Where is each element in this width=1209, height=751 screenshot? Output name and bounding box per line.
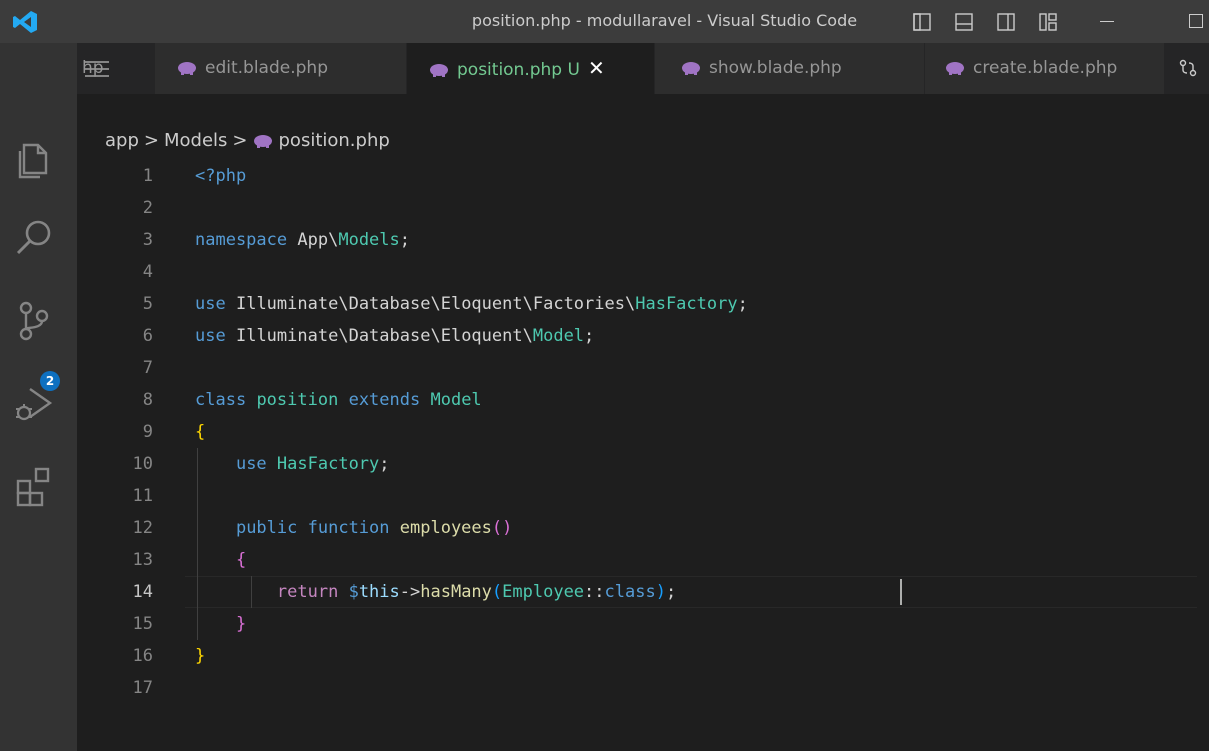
code-line-9: 9 { <box>77 416 1209 448</box>
php-elephant-icon <box>946 62 964 75</box>
line-number: 12 <box>132 518 153 538</box>
line-number: 6 <box>142 326 153 346</box>
tab-bar: hp edit.blade.php position.php U ✕ show.b… <box>77 43 1209 94</box>
line-number: 16 <box>132 646 153 666</box>
tab-edit-blade[interactable]: edit.blade.php <box>155 43 407 94</box>
line-number: 7 <box>142 358 153 378</box>
line-number: 11 <box>132 486 153 506</box>
tab-label: position.php U <box>457 60 580 80</box>
code-line-2: 2 <box>77 192 1209 224</box>
php-elephant-icon <box>682 62 700 75</box>
line-number: 14 <box>132 582 153 602</box>
tab-show-blade[interactable]: show.blade.php <box>655 43 925 94</box>
indent-guide <box>197 480 198 512</box>
explorer-icon[interactable] <box>10 131 60 181</box>
line-number: 9 <box>142 422 153 442</box>
line-number: 5 <box>142 294 153 314</box>
line-number: 15 <box>132 614 153 634</box>
php-elephant-icon <box>253 135 272 148</box>
tab-label: hp <box>82 58 104 78</box>
layout-sidebar-icon[interactable] <box>913 13 931 31</box>
window-title: position.php - modullaravel - Visual Stu… <box>471 11 858 30</box>
source-control-icon[interactable] <box>10 296 60 346</box>
php-elephant-icon <box>430 64 448 77</box>
code-text: { <box>235 550 247 570</box>
layout-panel-icon[interactable] <box>955 13 973 31</box>
minimize-icon[interactable] <box>1100 21 1114 22</box>
breadcrumb-separator: > <box>143 130 159 151</box>
tab-label: create.blade.php <box>973 58 1118 78</box>
code-line-14: 14 return $this->hasMany(Employee::class… <box>77 576 1209 608</box>
code-line-3: 3 namespace App\Models; <box>77 224 1209 256</box>
search-icon[interactable] <box>10 213 60 263</box>
breadcrumb-separator: > <box>232 130 248 151</box>
code-text: class position extends Model <box>195 390 482 410</box>
run-debug-icon[interactable] <box>10 379 60 429</box>
code-text: <?php <box>195 160 246 192</box>
line-number: 1 <box>142 166 153 186</box>
tab-hidden-php[interactable]: hp <box>77 43 155 94</box>
code-line-7: 7 <box>77 352 1209 384</box>
compare-changes-icon[interactable] <box>1179 59 1197 77</box>
php-open-tag: <?php <box>195 166 247 186</box>
code-line-13: 13 { <box>77 544 1209 576</box>
php-elephant-icon <box>178 62 196 75</box>
breadcrumb: app > Models > position.php <box>105 127 390 155</box>
line-number: 13 <box>132 550 153 570</box>
code-text: { <box>195 422 206 442</box>
line-number: 10 <box>132 454 153 474</box>
line-number: 8 <box>142 390 153 410</box>
tab-create-blade[interactable]: create.blade.php <box>925 43 1165 94</box>
code-editor[interactable]: 1 <?php 2 3 namespace App\Models; 4 5 us… <box>77 155 1209 751</box>
code-line-1: 1 <?php <box>77 160 1209 192</box>
text-cursor <box>900 579 902 605</box>
breadcrumb-file[interactable]: position.php <box>279 130 390 151</box>
close-icon[interactable]: ✕ <box>588 56 605 80</box>
line-number: 4 <box>142 262 153 282</box>
maximize-icon[interactable] <box>1189 14 1203 28</box>
code-line-12: 12 public function employees() <box>77 512 1209 544</box>
editor-scrollbar[interactable] <box>1201 155 1209 185</box>
code-text: } <box>195 646 206 666</box>
activity-bar: 2 <box>0 43 77 751</box>
code-text: use HasFactory; <box>235 454 390 474</box>
code-line-11: 11 <box>77 480 1209 512</box>
code-line-10: 10 use HasFactory; <box>77 448 1209 480</box>
code-text: namespace App\Models; <box>195 230 411 250</box>
breadcrumb-app[interactable]: app <box>105 130 139 151</box>
code-line-4: 4 <box>77 256 1209 288</box>
code-text: public function employees() <box>235 518 513 538</box>
layout-split-icon[interactable] <box>997 13 1015 31</box>
tab-label: edit.blade.php <box>205 58 328 78</box>
line-number: 2 <box>142 198 153 218</box>
line-number: 3 <box>142 230 153 250</box>
customize-layout-icon[interactable] <box>1039 13 1057 31</box>
line-number: 17 <box>132 678 153 698</box>
code-line-15: 15 } <box>77 608 1209 640</box>
extensions-icon[interactable] <box>10 461 60 511</box>
code-line-16: 16 } <box>77 640 1209 672</box>
code-text: } <box>235 614 247 634</box>
title-bar: position.php - modullaravel - Visual Stu… <box>0 0 1209 43</box>
code-line-5: 5 use Illuminate\Database\Eloquent\Facto… <box>77 288 1209 320</box>
code-line-8: 8 class position extends Model <box>77 384 1209 416</box>
breadcrumb-models[interactable]: Models <box>164 130 227 151</box>
code-text: return $this->hasMany(Employee::class); <box>276 582 677 602</box>
code-text: use Illuminate\Database\Eloquent\Model; <box>195 326 595 346</box>
code-line-6: 6 use Illuminate\Database\Eloquent\Model… <box>77 320 1209 352</box>
tab-position-php[interactable]: position.php U ✕ <box>407 43 655 94</box>
tab-label: show.blade.php <box>709 58 842 78</box>
code-line-17: 17 <box>77 672 1209 704</box>
code-text: use Illuminate\Database\Eloquent\Factori… <box>195 294 748 314</box>
